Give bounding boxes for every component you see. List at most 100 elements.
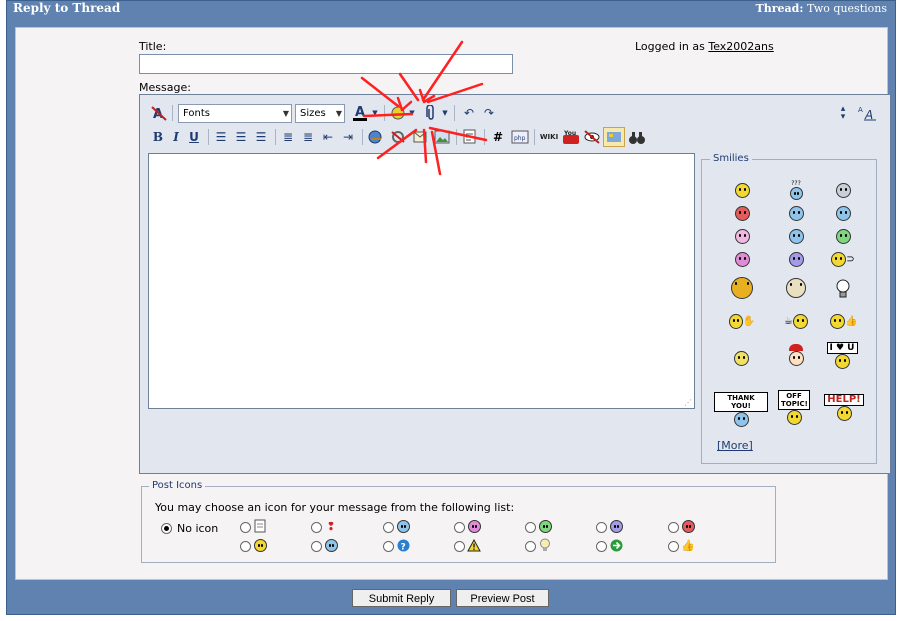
smiley-confused-icon[interactable]: ???: [786, 180, 806, 200]
switch-editor-mode-icon[interactable]: AA: [856, 103, 878, 123]
wiki-button[interactable]: WIKI: [538, 127, 560, 147]
smiley-surprised-icon[interactable]: [732, 226, 752, 246]
smiley-hug-icon[interactable]: ⊃: [829, 247, 857, 271]
logged-in-user-link[interactable]: Tex2002ans: [708, 40, 773, 53]
svg-text:A: A: [355, 105, 365, 120]
post-icon-radio-post[interactable]: [240, 522, 251, 533]
submit-reply-button[interactable]: Submit Reply: [352, 589, 451, 607]
thread-name: Two questions: [806, 2, 887, 15]
smiley-grin-icon[interactable]: [833, 226, 853, 246]
smiley-frown-icon[interactable]: [786, 249, 806, 269]
message-textarea[interactable]: ⋰: [148, 153, 695, 409]
reply-frame: Reply to Thread Thread: Two questions Ti…: [6, 0, 896, 615]
align-left-icon[interactable]: ☰: [212, 127, 230, 147]
quote-icon[interactable]: [460, 127, 480, 147]
post-icon-radio-frown[interactable]: [596, 522, 607, 533]
chevron-down-icon[interactable]: ▼: [407, 103, 417, 123]
confused-mark: ???: [791, 179, 801, 187]
chevron-down-icon[interactable]: ▼: [370, 103, 380, 123]
post-icon-radio-grin[interactable]: [525, 522, 536, 533]
post-icon-radio-idea[interactable]: [525, 541, 536, 552]
indent-icon[interactable]: ⇥: [339, 127, 357, 147]
attachment-icon[interactable]: [422, 103, 440, 123]
lightbulb-icon[interactable]: [833, 277, 853, 301]
resize-toggle-icon[interactable]: ▴ ▾: [836, 103, 850, 123]
align-center-icon[interactable]: ☰: [232, 127, 250, 147]
smiley-shy-icon[interactable]: [729, 346, 753, 370]
smiley-book-icon[interactable]: [782, 274, 810, 302]
chevron-down-icon[interactable]: ▼: [440, 103, 450, 123]
more-smilies-text[interactable]: [More]: [717, 439, 753, 452]
bold-button[interactable]: B: [150, 127, 166, 147]
smiley-smile-icon[interactable]: [732, 180, 752, 200]
smiley-thumbsup-icon[interactable]: 👍: [830, 308, 858, 334]
smiley-frown-icon: [609, 519, 623, 533]
insert-link-icon[interactable]: [366, 127, 386, 147]
sign-off-topic-icon[interactable]: OFF TOPIC!: [772, 384, 816, 430]
post-icon-radio-tongue[interactable]: [454, 522, 465, 533]
php-label: php: [514, 135, 526, 142]
remove-format-icon[interactable]: A: [150, 103, 168, 123]
post-icon-radio-arrow[interactable]: [596, 541, 607, 552]
smiley-happy-icon[interactable]: [786, 226, 806, 246]
message-label: Message:: [139, 81, 191, 94]
smiley-coffee-icon[interactable]: ☕: [780, 308, 812, 334]
smiley-wink-icon: [396, 519, 410, 533]
smiley-reading-icon[interactable]: [728, 274, 756, 302]
undo-icon[interactable]: ↶: [460, 103, 478, 123]
smiley-cool-icon[interactable]: [833, 203, 853, 223]
editor-toolbar-top: A Fonts ▼ Sizes ▼ A ▼ ▼ ▼ ↶ ↷ ▴ ▾ A A: [148, 103, 886, 125]
italic-button[interactable]: I: [168, 127, 184, 147]
redo-icon[interactable]: ↷: [480, 103, 498, 123]
insert-image-icon[interactable]: [432, 127, 452, 147]
php-code-icon[interactable]: php: [510, 127, 530, 147]
post-icon-radio-warning[interactable]: [454, 541, 465, 552]
sign-i-love-you-icon[interactable]: I ♥ U: [820, 336, 864, 374]
youtube-icon[interactable]: You: [561, 127, 581, 147]
preview-post-button[interactable]: Preview Post: [456, 589, 549, 607]
title-input[interactable]: [139, 54, 513, 74]
remove-link-icon[interactable]: [388, 127, 408, 147]
gallery-icon[interactable]: [603, 127, 625, 147]
size-select[interactable]: Sizes ▼: [295, 104, 345, 123]
spoiler-eye-icon[interactable]: [582, 127, 602, 147]
ordered-list-icon[interactable]: ≣: [279, 127, 297, 147]
sign-text: HELP!: [824, 393, 864, 406]
post-icon-radio-none[interactable]: [161, 523, 172, 534]
outdent-icon[interactable]: ⇤: [319, 127, 337, 147]
smiley-insert-icon[interactable]: [388, 103, 408, 123]
smiley-eek-icon[interactable]: [833, 180, 853, 200]
post-icon-radio-question[interactable]: [311, 522, 322, 533]
post-icon-radio-thumbs[interactable]: [668, 541, 679, 552]
smiley-wave-icon[interactable]: ✋: [729, 308, 755, 334]
smiley-wink-icon[interactable]: [786, 203, 806, 223]
svg-text:A: A: [864, 108, 873, 121]
unordered-list-icon[interactable]: ≣: [299, 127, 317, 147]
code-hash-button[interactable]: #: [488, 127, 508, 147]
question-mark-icon: ?: [396, 538, 410, 552]
smiley-grin-icon: [538, 519, 552, 533]
smiley-santa-icon[interactable]: [782, 340, 810, 370]
thread-label: Thread:: [755, 2, 804, 15]
smiley-mad-icon: [681, 519, 695, 533]
resize-grip-icon[interactable]: ⋰: [684, 398, 692, 407]
text-color-icon[interactable]: A: [349, 103, 371, 123]
post-icon-radio-wink[interactable]: [383, 522, 394, 533]
post-icon-radio-cool[interactable]: [311, 541, 322, 552]
insert-email-icon[interactable]: [410, 127, 430, 147]
post-icon-radio-smile[interactable]: [240, 541, 251, 552]
smiley-tongue-icon[interactable]: [732, 249, 752, 269]
align-right-icon[interactable]: ☰: [252, 127, 270, 147]
underline-button[interactable]: U: [186, 127, 202, 147]
smiley-mad-icon[interactable]: [732, 203, 752, 223]
font-select[interactable]: Fonts ▼: [178, 104, 292, 123]
no-icon-label: No icon: [177, 522, 219, 535]
more-smilies-link[interactable]: [More]: [717, 439, 753, 452]
post-icon-radio-mad[interactable]: [668, 522, 679, 533]
find-binoculars-icon[interactable]: [626, 127, 648, 147]
sign-help-icon[interactable]: HELP!: [822, 384, 866, 430]
post-icon-radio-help[interactable]: [383, 541, 394, 552]
sign-thank-you-icon[interactable]: THANK YOU!: [714, 388, 768, 430]
svg-text:?: ?: [400, 542, 405, 552]
post-icons-legend: Post Icons: [149, 480, 206, 491]
